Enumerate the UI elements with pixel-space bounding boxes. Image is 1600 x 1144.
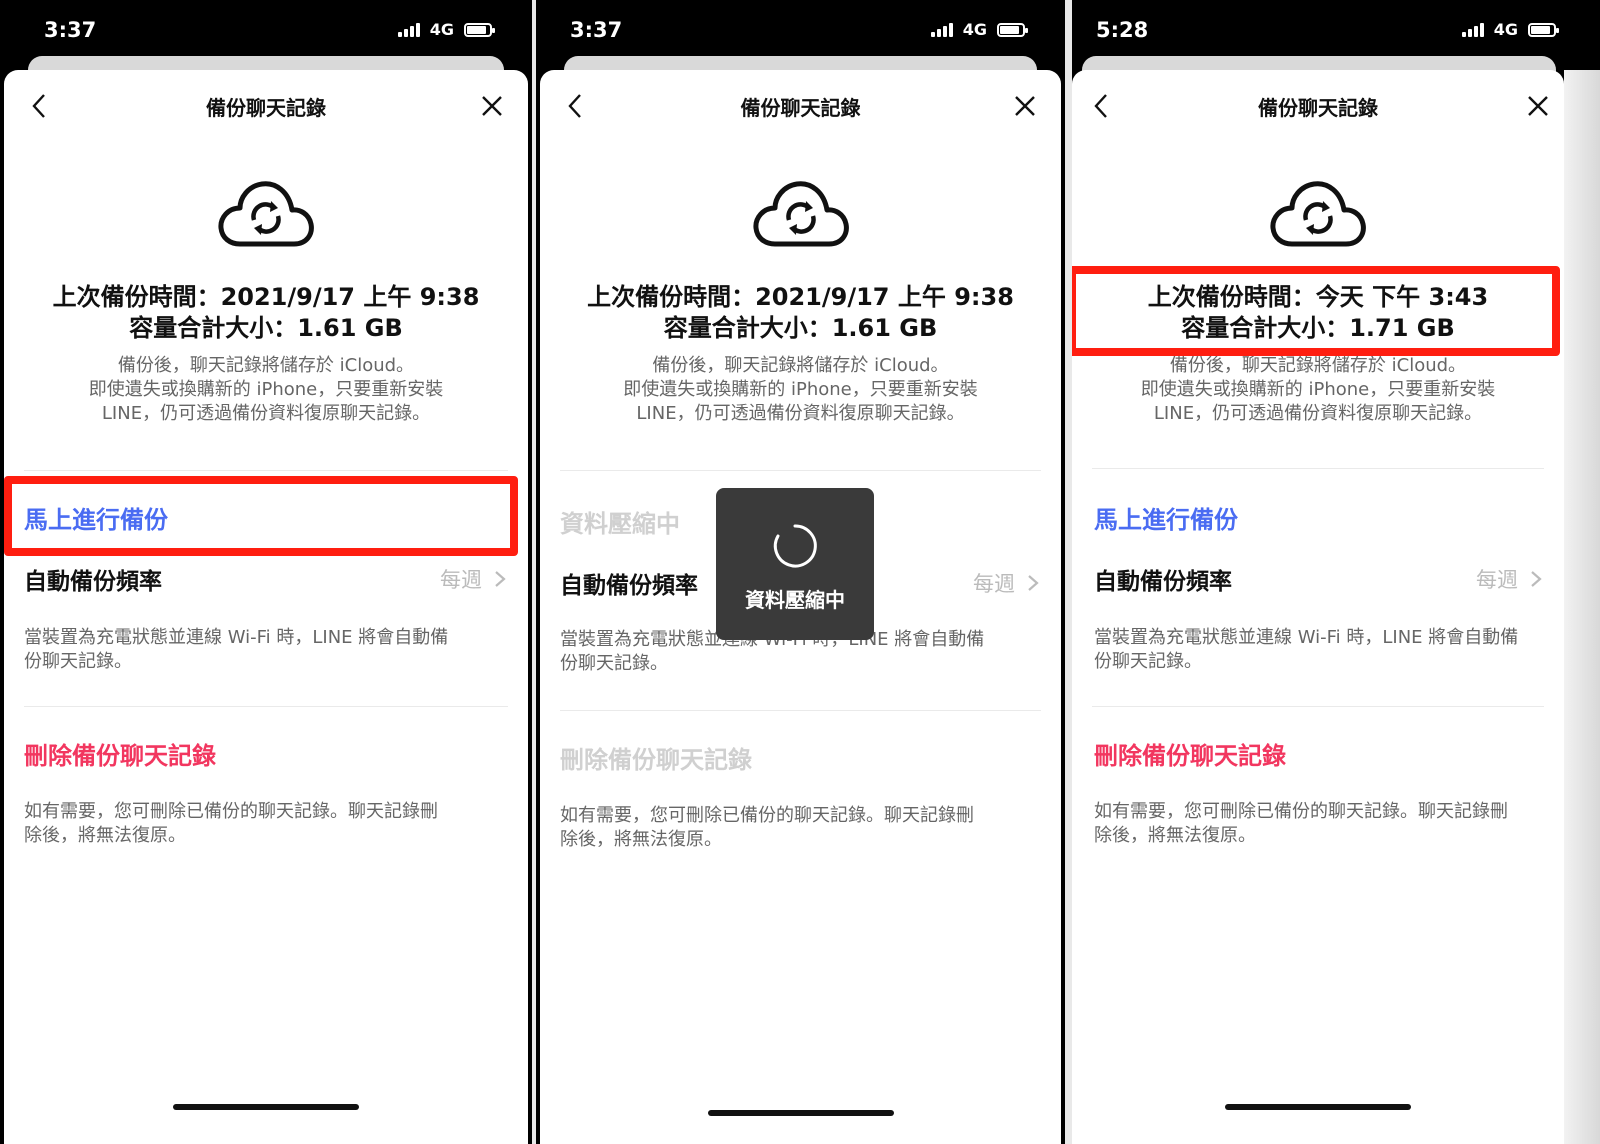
auto-backup-value: 每週 (1476, 568, 1518, 592)
status-bar: 3:37 4G (0, 0, 532, 62)
last-backup-time: 上次備份時間：2021/9/17 上午 9:38 (52, 283, 480, 311)
loading-spinner-icon (773, 524, 817, 568)
backup-summary: 上次備份時間：2021/9/17 上午 9:38 容量合計大小：1.61 GB (4, 282, 528, 344)
highlight-box-backup-now (4, 476, 518, 556)
auto-backup-note: 當裝置為充電狀態並連線 Wi-Fi 時，LINE 將會自動備 份聊天記錄。 (1094, 627, 1519, 672)
phone-screen-3: 5:28 4G 備份聊天記錄 上次備份時間：今天 下午 3:43 容量合計大小：… (1072, 0, 1600, 1144)
delete-backup-button[interactable]: 刪除備份聊天記錄 (24, 736, 216, 771)
backup-sheet: 備份聊天記錄 上次備份時間：2021/9/17 上午 9:38 容量合計大小：1… (4, 70, 528, 1144)
auto-backup-frequency-row[interactable]: 自動備份頻率 每週 (24, 558, 508, 598)
auto-backup-label: 自動備份頻率 (560, 573, 698, 599)
delete-backup-button[interactable]: 刪除備份聊天記錄 (1094, 736, 1286, 771)
header: 備份聊天記錄 (540, 70, 1061, 140)
cloud-sync-icon (218, 181, 314, 247)
status-time: 5:28 (1096, 18, 1149, 42)
backup-description: 備份後，聊天記錄將儲存於 iCloud。 即使遺失或換購新的 iPhone，只要… (88, 355, 444, 424)
close-icon[interactable] (1524, 92, 1552, 120)
signal-icon (930, 22, 953, 37)
phone-screen-1: 3:37 4G 備份聊天記錄 上次備份時間：2021/9/17 上午 9:38 … (0, 0, 532, 1144)
network-type: 4G (1493, 20, 1518, 39)
signal-icon (397, 22, 420, 37)
cloud-sync-icon (1270, 181, 1366, 247)
close-icon[interactable] (1011, 92, 1039, 120)
page-title: 備份聊天記錄 (740, 96, 861, 120)
toast-text: 資料壓縮中 (745, 588, 845, 612)
compressing-toast: 資料壓縮中 (716, 488, 874, 640)
auto-backup-value: 每週 (973, 572, 1015, 596)
total-size: 容量合計大小：1.61 GB (663, 314, 938, 342)
backup-summary: 上次備份時間：2021/9/17 上午 9:38 容量合計大小：1.61 GB (540, 282, 1061, 344)
battery-icon (997, 22, 1028, 37)
close-icon[interactable] (478, 92, 506, 120)
status-bar: 5:28 4G (1072, 0, 1600, 62)
auto-backup-label: 自動備份頻率 (1094, 569, 1232, 595)
home-indicator (173, 1104, 359, 1110)
delete-backup-note: 如有需要，您可刪除已備份的聊天記錄。聊天記錄刪 除後，將無法復原。 (1094, 801, 1508, 846)
network-type: 4G (429, 20, 454, 39)
total-size: 容量合計大小：1.61 GB (129, 314, 403, 342)
auto-backup-label: 自動備份頻率 (24, 569, 162, 595)
header: 備份聊天記錄 (1072, 70, 1564, 140)
auto-backup-frequency-row[interactable]: 自動備份頻率 每週 (1094, 558, 1544, 598)
backup-sheet: 備份聊天記錄 上次備份時間：2021/9/17 上午 9:38 容量合計大小：1… (540, 70, 1061, 1144)
delete-backup-button-disabled: 刪除備份聊天記錄 (560, 746, 752, 774)
battery-icon (464, 22, 495, 37)
network-type: 4G (962, 20, 987, 39)
status-time: 3:37 (570, 18, 623, 42)
chevron-right-icon (1531, 571, 1542, 587)
backup-sheet: 備份聊天記錄 上次備份時間：今天 下午 3:43 容量合計大小：1.71 GB … (1072, 70, 1564, 1144)
auto-backup-note: 當裝置為充電狀態並連線 Wi-Fi 時，LINE 將會自動備 份聊天記錄。 (24, 627, 449, 672)
chevron-right-icon (495, 571, 506, 587)
cloud-sync-icon (752, 181, 849, 247)
backup-description: 備份後，聊天記錄將儲存於 iCloud。 即使遺失或換購新的 iPhone，只要… (623, 355, 978, 424)
backup-description: 備份後，聊天記錄將儲存於 iCloud。 即使遺失或換購新的 iPhone，只要… (1140, 355, 1496, 424)
backup-now-button-disabled: 資料壓縮中 (560, 510, 680, 538)
status-bar: 3:37 4G (536, 0, 1065, 62)
delete-backup-note: 如有需要，您可刪除已備份的聊天記錄。聊天記錄刪 除後，將無法復原。 (560, 805, 974, 850)
signal-icon (1461, 22, 1484, 37)
phone-screen-2: 3:37 4G 備份聊天記錄 上次備份時間：2021/9/17 上午 9:38 … (536, 0, 1065, 1144)
delete-backup-note: 如有需要，您可刪除已備份的聊天記錄。聊天記錄刪 除後，將無法復原。 (24, 801, 438, 846)
header: 備份聊天記錄 (4, 70, 528, 140)
status-time: 3:37 (44, 18, 97, 42)
home-indicator (1225, 1104, 1411, 1110)
last-backup-time: 上次備份時間：2021/9/17 上午 9:38 (587, 283, 1014, 311)
backup-now-button[interactable]: 馬上進行備份 (1094, 500, 1238, 535)
chevron-right-icon (1028, 575, 1039, 591)
page-title: 備份聊天記錄 (206, 96, 326, 120)
page-title: 備份聊天記錄 (1258, 96, 1378, 120)
auto-backup-value: 每週 (440, 568, 482, 592)
battery-icon (1528, 22, 1559, 37)
highlight-box-backup-info (1072, 266, 1560, 356)
home-indicator (707, 1110, 894, 1116)
